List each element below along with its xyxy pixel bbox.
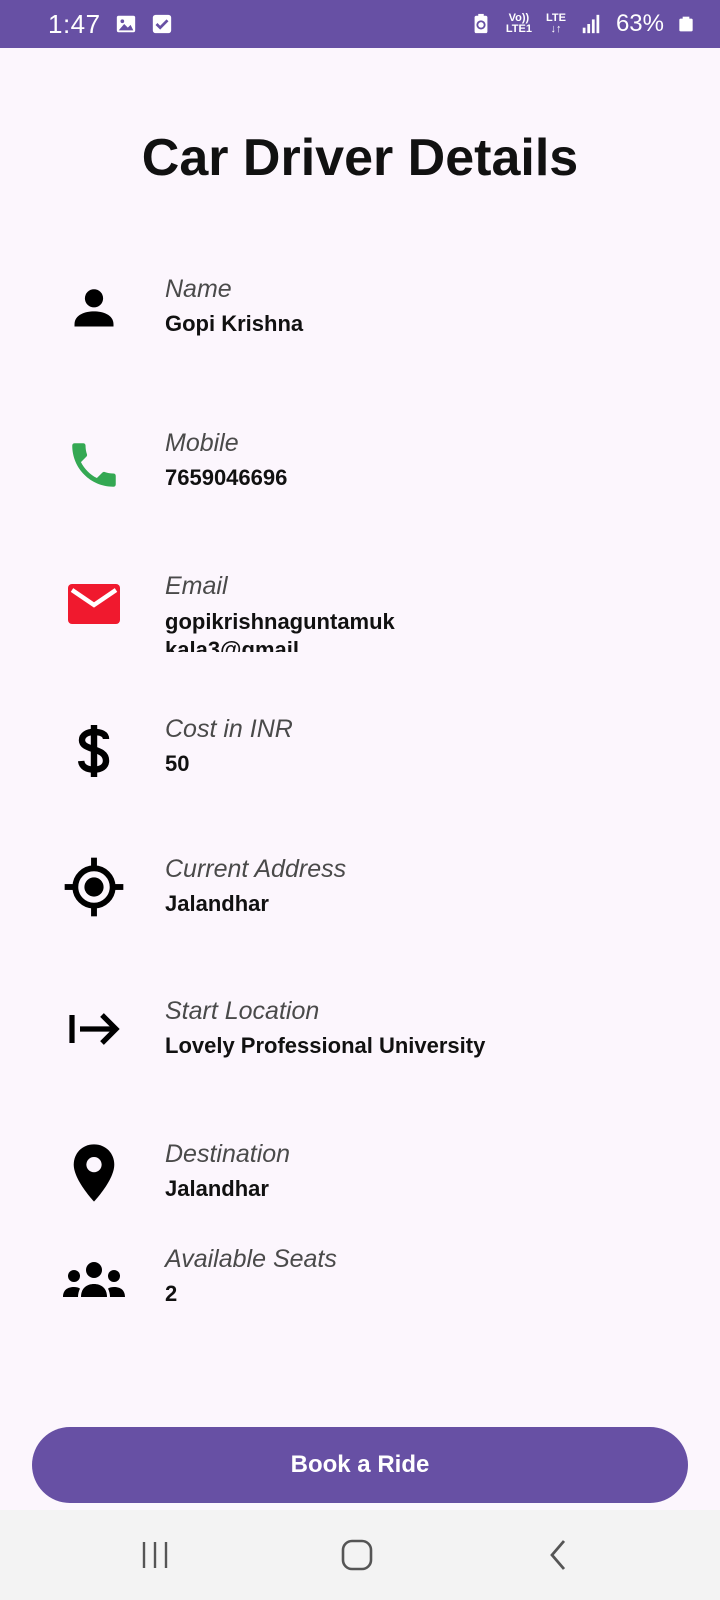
cost-label: Cost in INR [165,715,293,743]
name-label: Name [165,275,232,303]
recent-apps-icon [142,1542,168,1568]
detail-row-cost: Cost in INR 50 [0,715,720,795]
detail-row-email: Email gopikrishnaguntamukkala3@gmail [0,572,720,652]
detail-row-current-address: Current Address Jalandhar [0,855,720,935]
detail-row-start-location: Start Location Lovely Professional Unive… [0,997,720,1077]
back-chevron-icon [550,1540,566,1570]
destination-label: Destination [165,1140,291,1168]
current-address-value: Jalandhar [165,891,269,916]
name-value: Gopi Krishna [165,311,304,336]
location-pin-icon [58,1137,130,1209]
available-seats-label: Available Seats [165,1245,337,1273]
current-address-label: Current Address [165,855,347,883]
cost-value: 50 [165,751,190,776]
mobile-value: 7659046696 [165,465,288,490]
arrow-right-start-icon [58,993,130,1065]
system-nav-bar [0,1510,720,1600]
destination-value: Jalandhar [165,1176,269,1201]
recycle-battery-saver-icon [474,13,488,34]
status-right: Vo)) LTE1 LTE ↓↑ 63% [470,10,694,38]
back-button[interactable] [528,1532,588,1578]
person-icon [58,271,130,343]
available-seats-value: 2 [165,1281,178,1306]
mail-icon [58,568,130,640]
email-value: gopikrishnaguntamukkala3@gmail [165,609,395,652]
battery-icon [679,16,693,32]
signal-icon [582,14,600,34]
start-location-value: Lovely Professional University [165,1033,486,1058]
my-location-icon [58,851,130,923]
mobile-label: Mobile [165,429,239,457]
phone-icon [58,429,130,501]
dollar-icon [58,715,130,787]
detail-row-mobile: Mobile 7659046696 [0,429,720,509]
page-title: Car Driver Details [141,129,579,187]
gallery-notification-icon [116,15,135,33]
email-label: Email [165,572,228,600]
status-time: 1:47 [48,8,101,39]
home-button[interactable] [327,1532,387,1578]
start-location-label: Start Location [165,997,320,1025]
lte-arrows-icon: ↓↑ [550,23,562,35]
detail-row-name: Name Gopi Krishna [0,275,720,355]
group-icon [58,1245,130,1317]
status-bar: 1:47 Vo)) LTE1 LTE ↓↑ 63% [0,0,720,48]
checkbox-notification-icon [152,14,171,34]
book-a-ride-button[interactable]: Book a Ride [32,1427,688,1503]
volte-bottom: LTE1 [505,23,532,35]
volte-indicator: Vo)) LTE1 [506,13,532,35]
home-icon [341,1539,373,1571]
lte-indicator: LTE ↓↑ [546,13,566,35]
detail-row-destination: Destination Jalandhar [0,1140,720,1220]
recent-apps-button[interactable] [125,1532,185,1578]
battery-percent: 63% [615,10,664,37]
detail-row-available-seats: Available Seats 2 [0,1245,720,1325]
status-left: 1:47 [48,9,173,40]
